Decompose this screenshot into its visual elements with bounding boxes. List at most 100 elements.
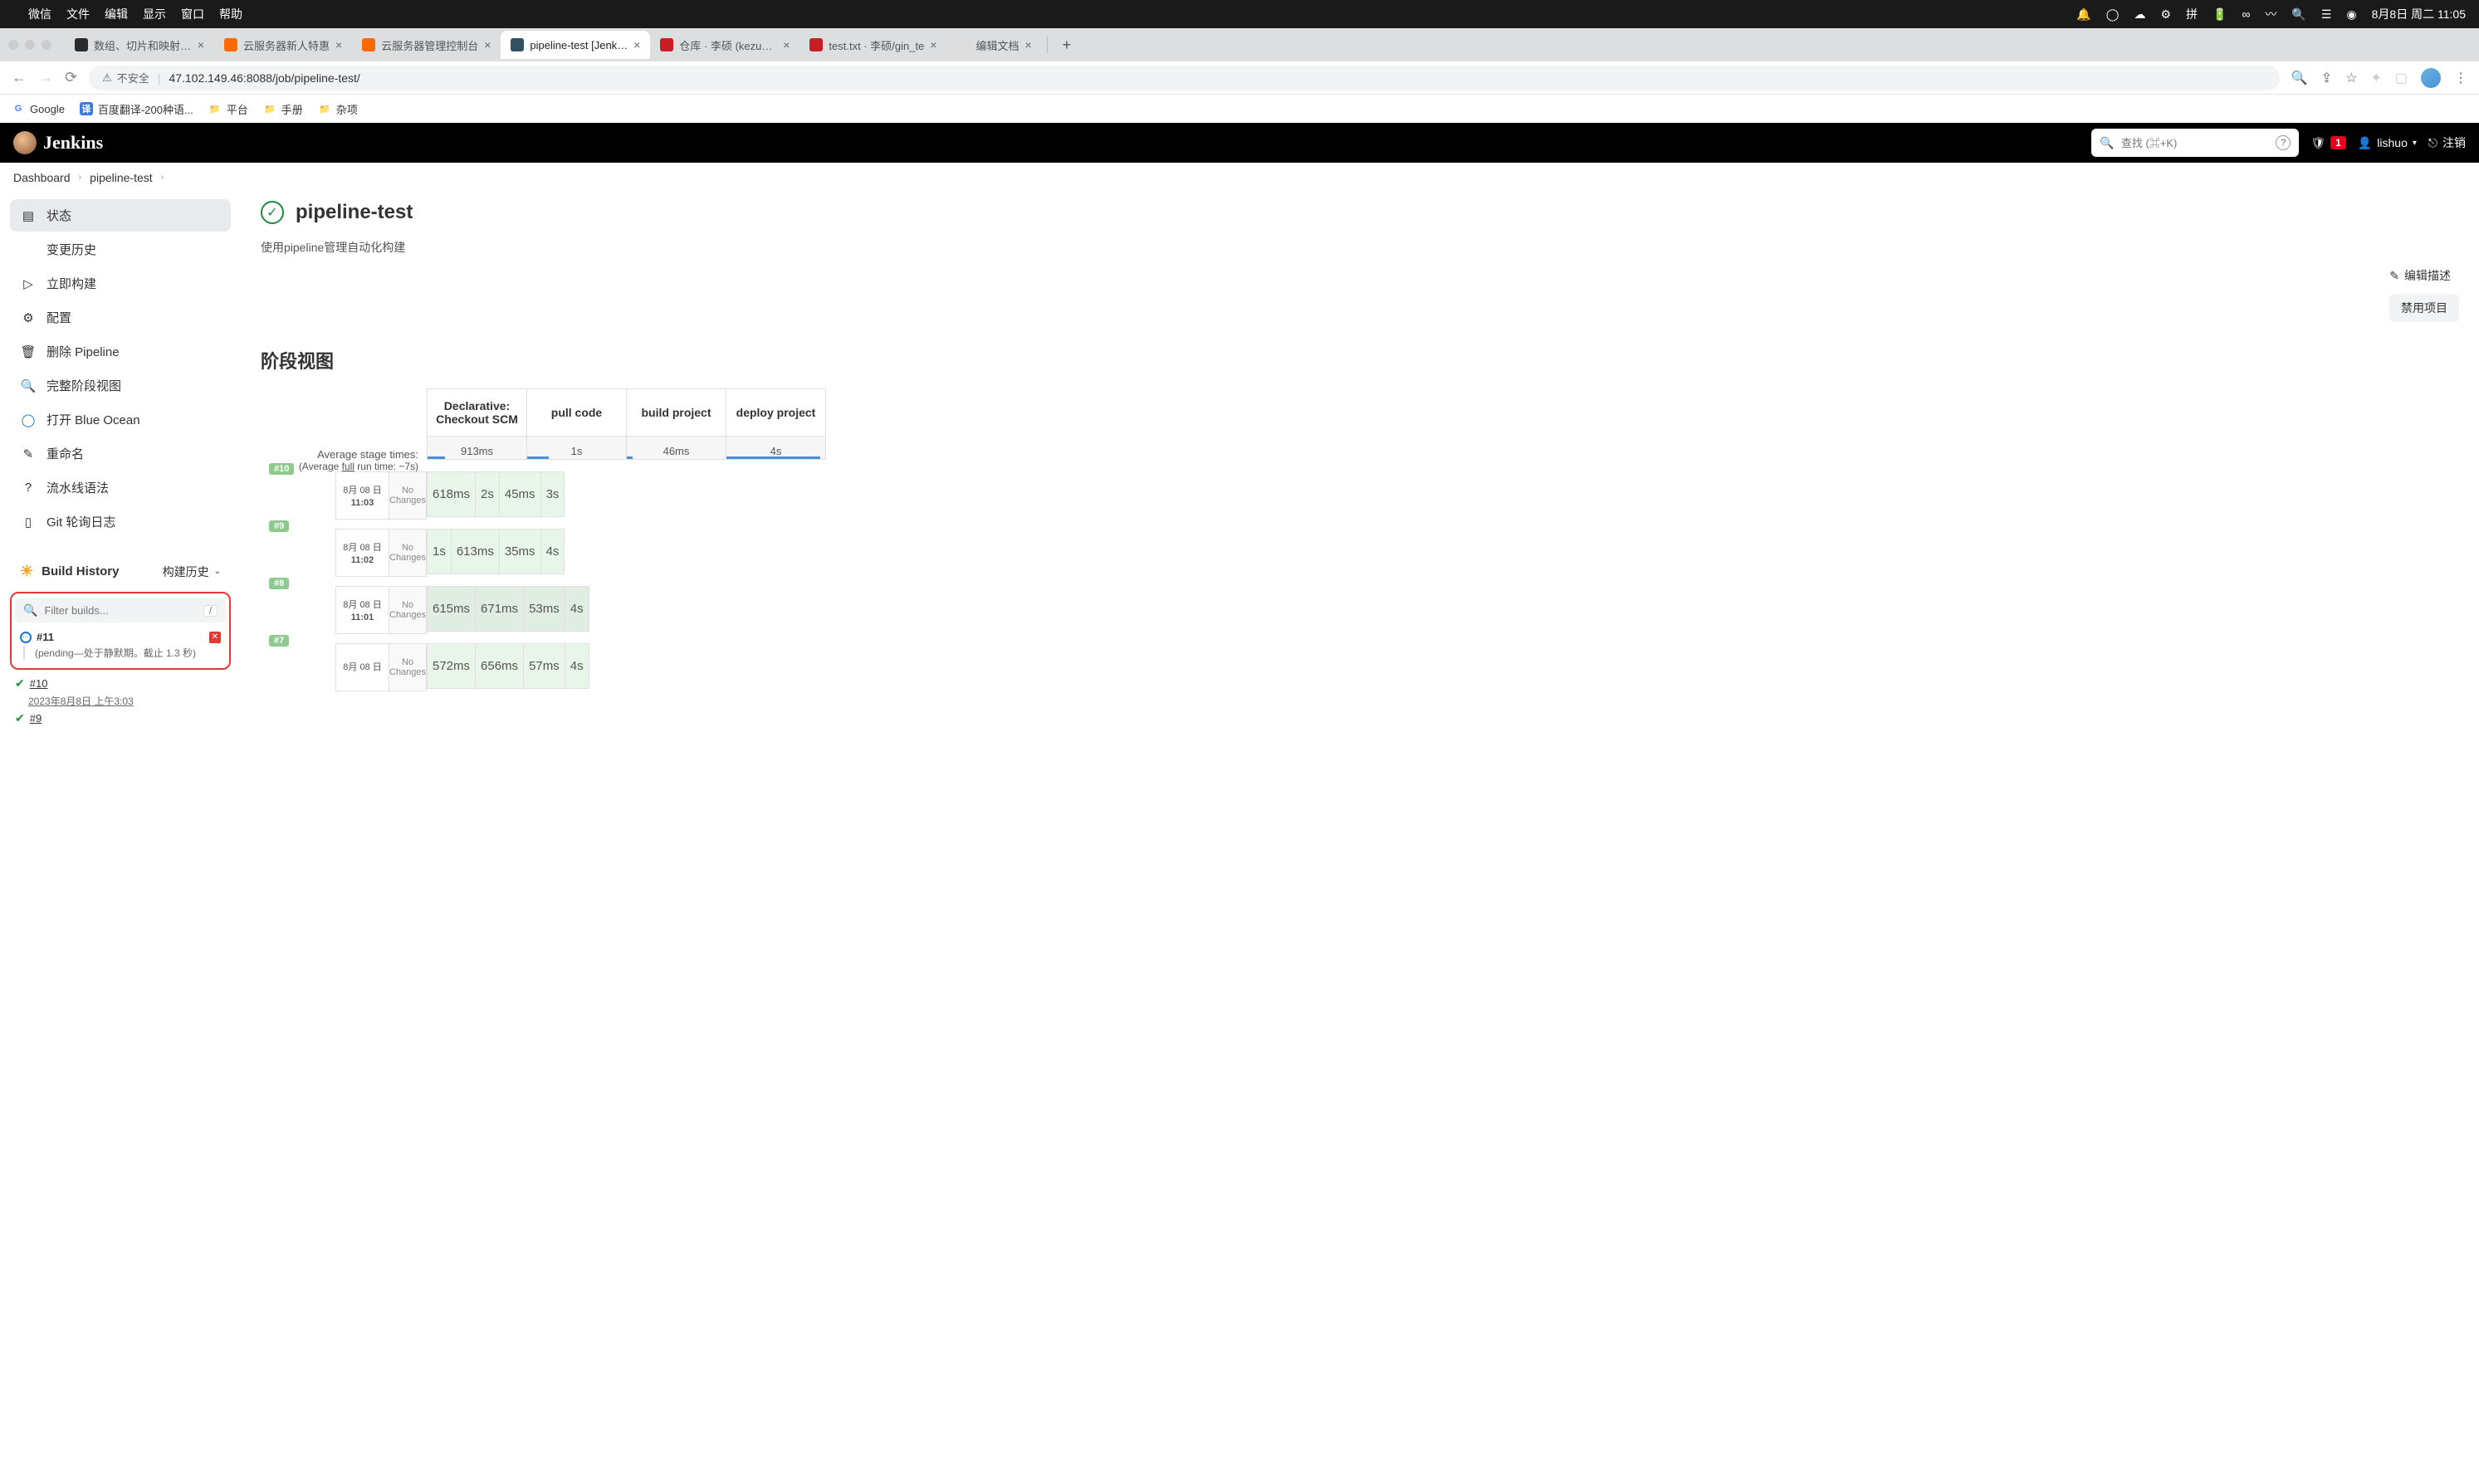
spotlight-icon[interactable]: 🔍 [2291,7,2305,22]
bookmark-star-icon[interactable]: ☆ [2345,70,2357,86]
stage-build-row[interactable]: #7 8月 08 日 NoChanges 572ms656ms57ms4s [261,643,2459,689]
build-filter[interactable]: 🔍 / [15,598,226,622]
browser-tab[interactable]: 编辑文档 × [946,31,1041,59]
reload-button[interactable]: ⟳ [65,69,77,86]
menubar-help[interactable]: 帮助 [219,6,242,22]
address-input[interactable]: ⚠ 不安全 | 47.102.149.46:8088/job/pipeline-… [89,66,2280,90]
menubar-window[interactable]: 窗口 [181,6,204,22]
tab-close-icon[interactable]: × [930,38,936,51]
stage-cell[interactable]: 572ms [428,644,476,689]
stage-cell[interactable]: 1s [428,530,452,574]
logout-link[interactable]: ⎋ 注销 [2428,134,2466,151]
browser-tab[interactable]: 仓库 · 李硕 (kezuo) · × [650,31,799,59]
browser-menu-icon[interactable]: ⋮ [2454,70,2467,86]
share-icon[interactable]: ⇪ [2321,70,2332,86]
stage-cell[interactable]: 613ms [451,530,499,574]
tab-close-icon[interactable]: × [484,38,491,51]
browser-tab[interactable]: test.txt · 李硕/gin_te × [799,31,946,59]
search-icon[interactable]: 🔍 [2291,70,2308,86]
browser-tab[interactable]: 数组、切片和映射 -Go × [65,31,214,59]
jenkins-logo[interactable]: Jenkins [13,131,103,154]
wifi-icon[interactable]: 〰 [2265,6,2276,22]
siri-icon[interactable]: ◉ [2346,7,2356,22]
build-item[interactable]: ✔ #9 [10,708,231,729]
security-alerts[interactable]: 🛡 1 [2310,136,2345,150]
sidebar-item[interactable]: ⚙ 配置 [10,301,231,334]
sidebar-item[interactable]: 变更历史 [10,233,231,266]
tab-close-icon[interactable]: × [335,38,342,51]
stage-cell[interactable]: 35ms [499,530,540,574]
stage-cell[interactable]: 2s [476,472,500,517]
stage-cell[interactable]: 4s [540,530,565,574]
menubar-view[interactable]: 显示 [143,6,166,22]
bookmark-item[interactable]: GGoogle [12,102,65,115]
stage-build-row[interactable]: #8 8月 08 日11:01 NoChanges 615ms671ms53ms… [261,586,2459,632]
stage-build-row[interactable]: #10 8月 08 日11:03 NoChanges 618ms2s45ms3s [261,471,2459,517]
bookmark-item[interactable]: 📁手册 [263,101,303,117]
battery-icon[interactable]: 🔋 [2213,7,2227,22]
menubar-app[interactable]: 微信 [28,6,51,22]
window-controls[interactable] [8,40,51,50]
build-number-link[interactable]: #9 [30,712,42,725]
sidebar-item[interactable]: ? 流水线语法 [10,471,231,504]
tray-icon-1[interactable]: ◯ [2106,7,2120,22]
stage-cell[interactable]: 615ms [428,587,476,632]
build-item-pending[interactable]: ⋯ #11 ✕ (pending—处于静默期。截止 1.3 秒) [15,626,226,665]
bookmark-item[interactable]: 📁平台 [208,101,248,117]
sidebar-item[interactable]: 🗑 删除 Pipeline [10,335,231,368]
stage-cell[interactable]: 671ms [476,587,524,632]
notification-icon[interactable]: 🔔 [2076,7,2090,22]
tab-close-icon[interactable]: × [1024,38,1031,51]
input-method-icon[interactable]: 拼 [2186,6,2198,22]
disable-project-button[interactable]: 禁用项目 [2389,294,2459,322]
sidepanel-icon[interactable]: ▢ [2395,70,2408,86]
breadcrumb-job[interactable]: pipeline-test [90,171,153,184]
stage-cell[interactable]: 4s [565,644,589,689]
control-center-icon[interactable]: ☰ [2321,7,2332,22]
bookmark-item[interactable]: 📁杂项 [318,101,358,117]
browser-tab[interactable]: pipeline-test [Jenkins × [501,31,650,59]
sidebar-item[interactable]: ▯ Git 轮询日志 [10,505,231,538]
search-input[interactable] [2121,137,2270,149]
build-history-trend[interactable]: 构建历史 ⌄ [163,564,221,580]
cancel-build-button[interactable]: ✕ [209,632,221,643]
stage-cell[interactable]: 618ms [428,472,476,517]
build-number-link[interactable]: #10 [30,677,48,690]
tray-icon-3[interactable]: ⚙ [2160,7,2171,22]
browser-tab[interactable]: 云服务器管理控制台 × [352,31,501,59]
stage-cell[interactable]: 3s [540,472,565,517]
search-help-icon[interactable]: ? [2276,135,2291,150]
menubar-datetime[interactable]: 8月8日 周二 11:05 [2372,6,2466,22]
sidebar-item[interactable]: ✎ 重命名 [10,437,231,470]
tray-icon-6[interactable]: ∞ [2242,7,2250,21]
build-date[interactable]: 2023年8月8日 上午3:03 [10,694,231,708]
sidebar-item[interactable]: ▷ 立即构建 [10,267,231,300]
back-button[interactable]: ← [12,69,27,86]
stage-cell[interactable]: 53ms [524,587,565,632]
menubar-edit[interactable]: 编辑 [105,6,128,22]
profile-avatar[interactable] [2421,68,2441,88]
breadcrumb-dashboard[interactable]: Dashboard [13,171,71,184]
stage-build-row[interactable]: #9 8月 08 日11:02 NoChanges 1s613ms35ms4s [261,529,2459,574]
menubar-file[interactable]: 文件 [66,6,90,22]
stage-cell[interactable]: 4s [565,587,589,632]
jenkins-search[interactable]: 🔍 ? [2091,129,2299,157]
build-item[interactable]: ✔ #10 [10,673,231,694]
stage-cell[interactable]: 45ms [499,472,540,517]
sidebar-item[interactable]: 🔍 完整阶段视图 [10,369,231,402]
sidebar-item[interactable]: ▤ 状态 [10,199,231,232]
tab-close-icon[interactable]: × [783,38,790,51]
tab-close-icon[interactable]: × [633,38,640,51]
tab-close-icon[interactable]: × [198,38,204,51]
filter-input[interactable] [44,604,197,617]
security-indicator[interactable]: ⚠ 不安全 [102,70,149,85]
stage-cell[interactable]: 656ms [476,644,524,689]
forward-button[interactable]: → [38,69,53,86]
sidebar-item[interactable]: ◯ 打开 Blue Ocean [10,403,231,436]
user-menu[interactable]: 👤 lishuo ▾ [2358,136,2417,150]
browser-tab[interactable]: 云服务器新人特惠 × [214,31,352,59]
extensions-icon[interactable]: ✦ [2370,70,2381,86]
new-tab-button[interactable]: + [1053,37,1082,54]
edit-description-link[interactable]: ✎ 编辑描述 [2381,262,2459,289]
bookmark-item[interactable]: 译百度翻译-200种语... [80,101,193,117]
